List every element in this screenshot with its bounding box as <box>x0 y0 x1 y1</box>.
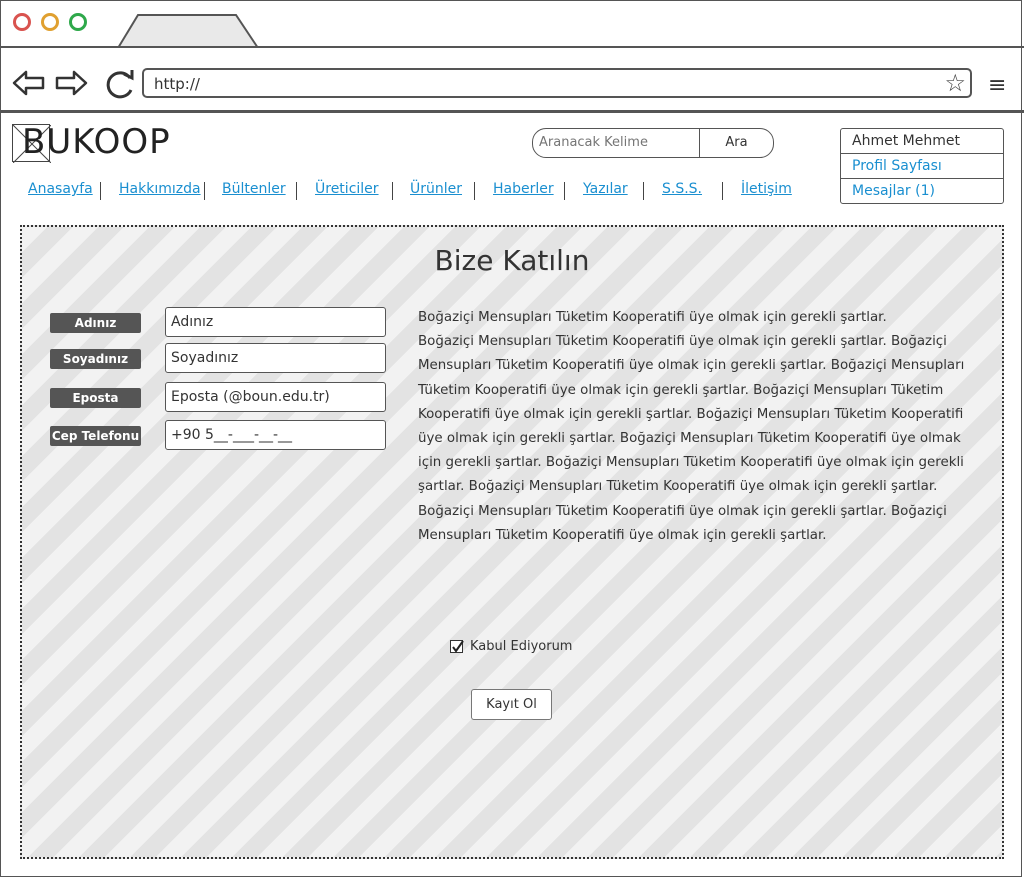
first-name-label: Adınız <box>50 313 141 333</box>
nav-item-urunler[interactable]: Ürünler <box>410 181 462 197</box>
url-text[interactable]: http:// <box>154 75 200 93</box>
divider <box>0 110 1024 113</box>
nav-item-anasayfa[interactable]: Anasayfa <box>28 181 93 197</box>
close-window-icon[interactable] <box>13 13 31 31</box>
browser-titlebar <box>0 0 1024 48</box>
nav-item-sss[interactable]: S.S.S. <box>662 181 702 197</box>
nav-separator <box>204 182 205 200</box>
phone-field[interactable] <box>165 420 386 450</box>
nav-separator <box>392 182 393 200</box>
terms-intro: Boğaziçi Mensupları Tüketim Kooperatifi … <box>418 310 887 325</box>
address-bar[interactable]: http:// ☆ <box>142 68 972 98</box>
nav-separator <box>722 182 723 200</box>
profile-link[interactable]: Profil Sayfası <box>841 154 1003 179</box>
nav-separator <box>643 182 644 200</box>
checkmark-icon <box>452 640 464 653</box>
nav-separator <box>564 182 565 200</box>
hamburger-menu-icon[interactable]: ≡ <box>988 73 1006 98</box>
search-box: Ara <box>532 128 774 158</box>
nav-separator <box>100 182 101 200</box>
search-button[interactable]: Ara <box>700 129 773 157</box>
last-name-label: Soyadınız <box>50 349 141 369</box>
forward-arrow-icon[interactable] <box>54 68 88 104</box>
search-input[interactable] <box>539 135 697 150</box>
reload-icon[interactable] <box>102 68 138 106</box>
minimize-window-icon[interactable] <box>41 13 59 31</box>
first-name-field[interactable] <box>165 307 386 337</box>
divider <box>0 46 1024 48</box>
register-button[interactable]: Kayıt Ol <box>471 689 552 720</box>
nav-item-iletisim[interactable]: İletişim <box>741 181 792 197</box>
nav-separator <box>474 182 475 200</box>
nav-item-yazilar[interactable]: Yazılar <box>583 181 628 197</box>
messages-link[interactable]: Mesajlar (1) <box>841 179 1003 204</box>
accept-label: Kabul Ediyorum <box>470 639 573 654</box>
terms-body: Boğaziçi Mensupları Tüketim Kooperatifi … <box>418 334 965 543</box>
email-label: Eposta <box>50 388 141 408</box>
back-arrow-icon[interactable] <box>12 68 46 104</box>
user-name: Ahmet Mehmet <box>841 129 1003 154</box>
email-field[interactable] <box>165 382 386 412</box>
nav-item-bultenler[interactable]: Bültenler <box>222 181 286 197</box>
nav-item-ureticiler[interactable]: Üreticiler <box>315 181 379 197</box>
nav-item-haberler[interactable]: Haberler <box>493 181 554 197</box>
nav-separator <box>296 182 297 200</box>
accept-checkbox[interactable] <box>450 640 464 653</box>
last-name-field[interactable] <box>165 343 386 373</box>
page-title: Bize Katılın <box>0 244 1024 277</box>
logo-text: BUKOOP <box>22 122 171 162</box>
maximize-window-icon[interactable] <box>69 13 87 31</box>
membership-terms: Boğaziçi Mensupları Tüketim Kooperatifi … <box>418 306 978 548</box>
star-icon[interactable]: ☆ <box>944 69 966 97</box>
page-title-text: Bize Katılın <box>434 244 590 277</box>
nav-item-hakkimizda[interactable]: Hakkımızda <box>119 181 201 197</box>
user-menu: Ahmet Mehmet Profil Sayfası Mesajlar (1) <box>840 128 1004 204</box>
browser-tab[interactable] <box>118 14 258 48</box>
phone-label: Cep Telefonu <box>50 426 141 446</box>
